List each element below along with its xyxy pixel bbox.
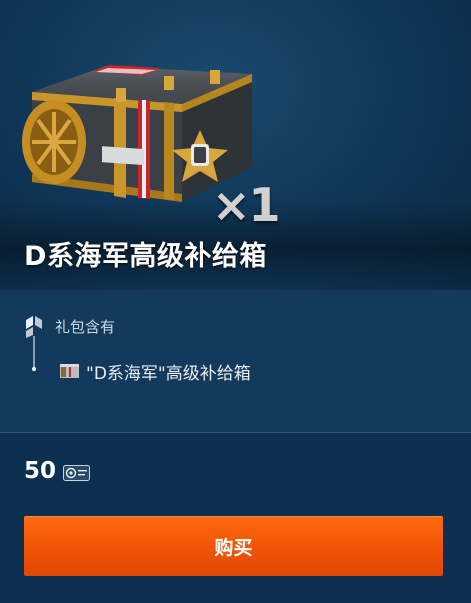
quantity-multiplier: ×1 bbox=[212, 178, 281, 232]
doubloon-icon bbox=[63, 465, 90, 481]
item-label: "D系海军"高级补给箱 bbox=[86, 363, 251, 384]
page-title: D系海军高级补给箱 bbox=[24, 241, 267, 272]
divider bbox=[0, 432, 471, 433]
bundle-contents-header: 礼包含有 bbox=[55, 318, 116, 336]
pin-icon bbox=[26, 316, 42, 371]
crate-icon bbox=[60, 364, 79, 378]
price-value: 50 bbox=[24, 458, 57, 484]
list-item: "D系海军"高级补给箱 bbox=[60, 360, 251, 384]
buy-button[interactable]: 购买 bbox=[24, 516, 443, 576]
hero-banner: ×1 D系海军高级补给箱 bbox=[0, 0, 471, 290]
